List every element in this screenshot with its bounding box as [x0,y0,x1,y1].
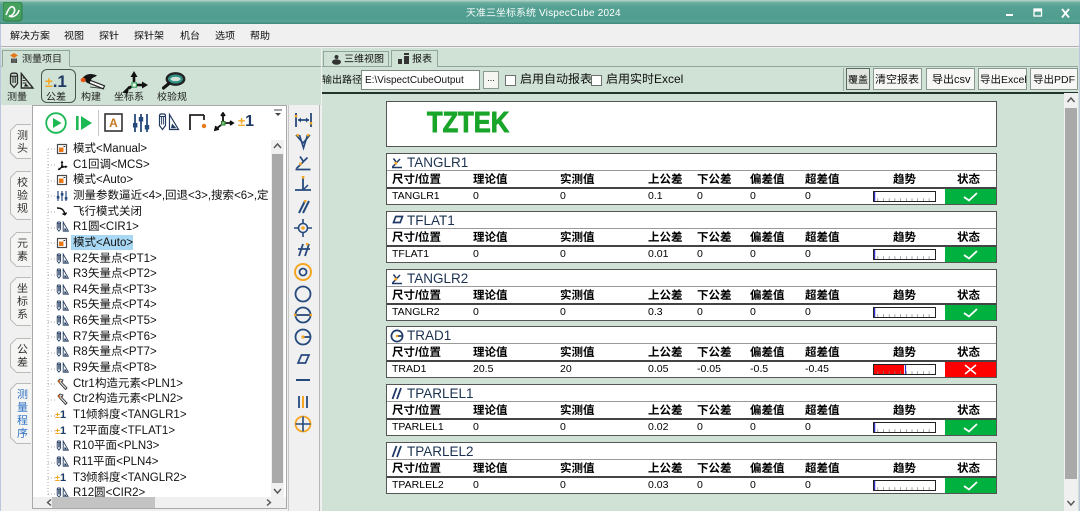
svg-text:A: A [109,116,118,130]
